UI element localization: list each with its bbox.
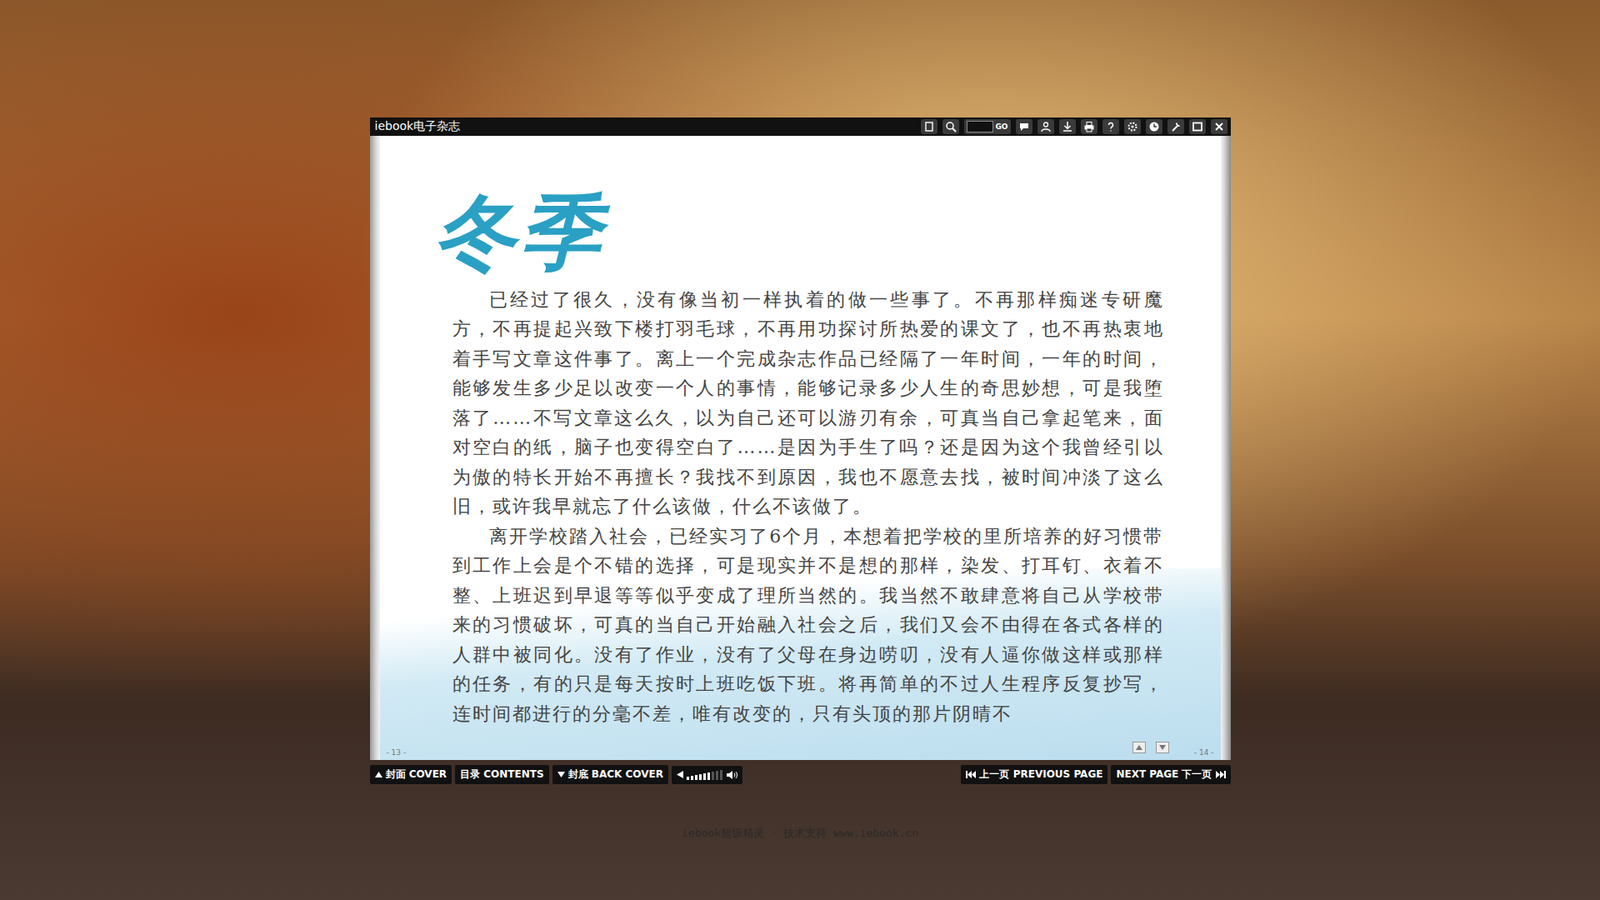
magazine-spread: 冬季已经过了很久，没有像当初一样执着的做一些事了。不再那样痴迷专研魔方，不再提起… [370,135,1231,760]
desktop-background: iebook电子杂志 GO 冬季已经过了很久，没有像当初一样执着的做一些事了。不再那… [0,0,1600,900]
print-icon[interactable] [1080,119,1098,135]
article-paragraph: 已经过了很久，没有像当初一样执着的做一些事了。不再那样痴迷专研魔方，不再提起兴致… [452,285,1165,522]
nav-left: 封面 COVER目录 CONTENTS封底 BACK COVER [370,765,743,785]
volume-bars [686,769,723,780]
title-bar: iebook电子杂志 GO [370,117,1231,136]
window-title: iebook电子杂志 [375,119,461,135]
toolbar: GO [920,119,1227,135]
first-arrow-icon [965,770,976,779]
last-arrow-icon [1215,770,1226,779]
next-page-button[interactable]: NEXT PAGE 下一页 [1110,765,1230,785]
cover-button[interactable]: 封面 COVER [370,765,453,785]
thumbs-icon[interactable] [920,119,938,135]
volume-bar [690,775,694,780]
page-scroll [1132,741,1170,754]
nav-right: 上一页 PREVIOUS PAGENEXT PAGE 下一页 [960,765,1230,785]
volume-down-icon [676,770,684,779]
up-triangle-icon [375,771,383,778]
volume-bar [695,775,698,780]
settings-icon[interactable] [1124,119,1141,135]
zoom-icon[interactable] [942,119,960,135]
article-paragraph: 离开学校踏入社会，已经实习了6个月，本想着把学校的里所培养的好习惯带到工作上会是… [452,521,1165,730]
page-edge [1220,135,1231,760]
volume-bar [711,771,715,780]
article: 冬季已经过了很久，没有像当初一样执着的做一些事了。不再那样痴迷专研魔方，不再提起… [380,135,1221,760]
maximize-icon[interactable] [1189,119,1206,135]
volume-bar [720,770,723,780]
user-icon[interactable] [1037,119,1055,135]
volume-bar [699,774,702,780]
help-icon[interactable] [1102,119,1120,135]
tool-icon[interactable] [1167,119,1185,135]
chat-icon[interactable] [1015,119,1033,135]
volume-slider[interactable] [671,765,743,785]
volume-bar [703,773,706,780]
credit-footer: iebook超级精灵 · 技术支持 www.iebook.cn [681,825,919,841]
page-number: - 14 - [1194,748,1215,757]
go-button[interactable]: GO [995,122,1008,131]
volume-bar [686,776,690,780]
page-jump[interactable]: GO [964,119,1010,135]
clock-icon[interactable] [1145,119,1163,135]
speaker-icon [725,770,738,780]
previous-page-button[interactable]: 上一页 PREVIOUS PAGE [960,765,1108,785]
reader-window: iebook电子杂志 GO 冬季已经过了很久，没有像当初一样执着的做一些事了。不再那… [370,117,1231,785]
scroll-down-icon[interactable] [1155,741,1170,754]
navigation-bar: 封面 COVER目录 CONTENTS封底 BACK COVER 上一页 PREV… [370,765,1231,785]
volume-bar [715,770,719,780]
page-input[interactable] [966,120,994,133]
page-number: - 13 - [386,748,407,757]
down-triangle-icon [557,771,565,778]
scroll-up-icon[interactable] [1132,741,1146,754]
volume-bar [707,772,710,780]
contents-button[interactable]: 目录 CONTENTS [455,765,549,785]
download-icon[interactable] [1059,119,1076,135]
article-title: 冬季 [434,185,1165,280]
close-icon[interactable] [1210,119,1228,135]
page-edge [370,135,380,760]
back-cover-button[interactable]: 封底 BACK COVER [552,765,669,785]
